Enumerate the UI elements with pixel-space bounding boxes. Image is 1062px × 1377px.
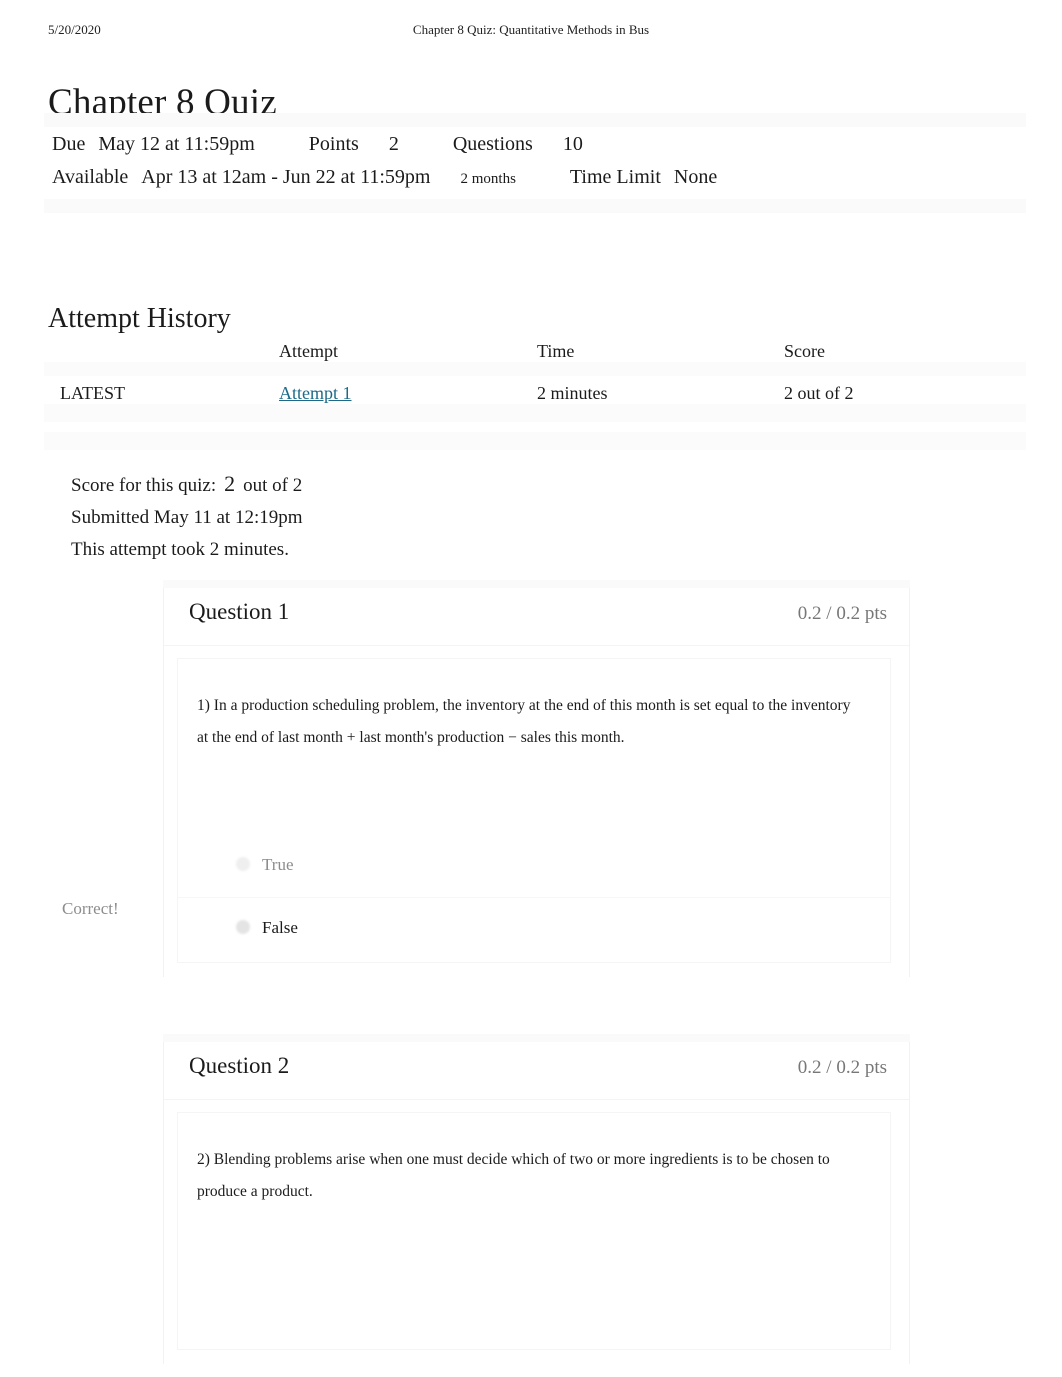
attempt-history-table: Attempt Time Score LATEST Attempt 1 2 mi… [44,336,1026,450]
question-card-2: Question 2 0.2 / 0.2 pts 2) Blending pro… [163,1034,910,1364]
question-1-header: Question 1 0.2 / 0.2 pts [163,580,910,646]
radio-button-icon[interactable] [236,857,250,871]
points-value: 2 [388,133,399,155]
question-1-inner-box: 1) In a production scheduling problem, t… [177,658,891,963]
table-header-row: Attempt Time Score [44,336,1026,366]
score-summary: Score for this quiz: 2 out of 2 Submitted … [71,468,771,566]
attempt-history-heading: Attempt History [48,303,231,335]
question-1-text: 1) In a production scheduling problem, t… [197,697,851,746]
attempt-link[interactable]: Attempt 1 [279,378,352,408]
submitted-line: Submitted May 11 at 12:19pm [71,507,303,528]
quiz-meta-row-available: Available Apr 13 at 12am - Jun 22 at 11:5… [52,162,717,192]
column-header-attempt: Attempt [279,341,338,361]
score-suffix: out of 2 [243,475,303,496]
attempt-status-badge: LATEST [60,383,125,403]
question-2-inner-box: 2) Blending problems arise when one must… [177,1112,891,1350]
question-1-points: 0.2 / 0.2 pts [797,603,887,624]
question-2-text: 2) Blending problems arise when one must… [197,1151,830,1200]
answer-option-false[interactable]: False [178,897,890,960]
question-2-body: 2) Blending problems arise when one must… [164,1100,909,1364]
radio-button-selected-icon[interactable] [236,920,250,934]
time-limit-label: Time Limit [569,166,661,188]
score-number: 2 [224,471,236,496]
question-2-header: Question 2 0.2 / 0.2 pts [163,1034,910,1100]
answer-option-true[interactable]: True [178,835,890,897]
time-limit-value: None [673,166,718,188]
quiz-meta-row-due: Due May 12 at 11:59pm Points 2 Questions 10 [52,129,583,159]
question-1-feedback: Correct! [62,899,119,918]
question-1-answers: True False [178,835,890,960]
due-value: May 12 at 11:59pm [98,133,255,155]
score-label: Score for this quiz: [71,475,217,496]
meta-band-bottom-shade [44,199,1026,213]
available-label: Available [52,166,129,188]
meta-band-top-shade [44,113,1026,127]
available-value: Apr 13 at 12am - Jun 22 at 11:59pm [141,166,431,188]
question-1-title: Question 1 [189,599,290,624]
question-2-points: 0.2 / 0.2 pts [797,1057,887,1078]
available-duration: 2 months [460,171,516,187]
quiz-meta-band: Due May 12 at 11:59pm Points 2 Questions 10 A… [44,113,1026,213]
attempt-score: 2 out of 2 [784,383,854,403]
column-header-time: Time [537,341,575,361]
column-header-score: Score [784,341,825,361]
question-card-1: Question 1 0.2 / 0.2 pts 1) In a product… [163,580,910,977]
attempt-time: 2 minutes [537,383,608,403]
duration-line: This attempt took 2 minutes. [71,539,289,560]
print-document-title: Chapter 8 Quiz: Quantitative Methods in … [412,22,650,37]
table-shade-row-3 [44,432,1026,450]
print-header: 5/20/2020 Chapter 8 Quiz: Quantitative M… [0,22,1062,42]
questions-label: Questions [452,133,533,155]
points-label: Points [308,133,359,155]
questions-value: 10 [562,133,583,155]
question-1-body: 1) In a production scheduling problem, t… [164,646,909,977]
score-line: Score for this quiz: 2 out of 2 [71,468,771,502]
answer-label-false: False [262,918,298,937]
due-label: Due [52,133,86,155]
answer-label-true: True [262,855,294,874]
question-2-title: Question 2 [189,1053,290,1078]
table-row: LATEST Attempt 1 2 minutes 2 out of 2 [44,378,1026,408]
